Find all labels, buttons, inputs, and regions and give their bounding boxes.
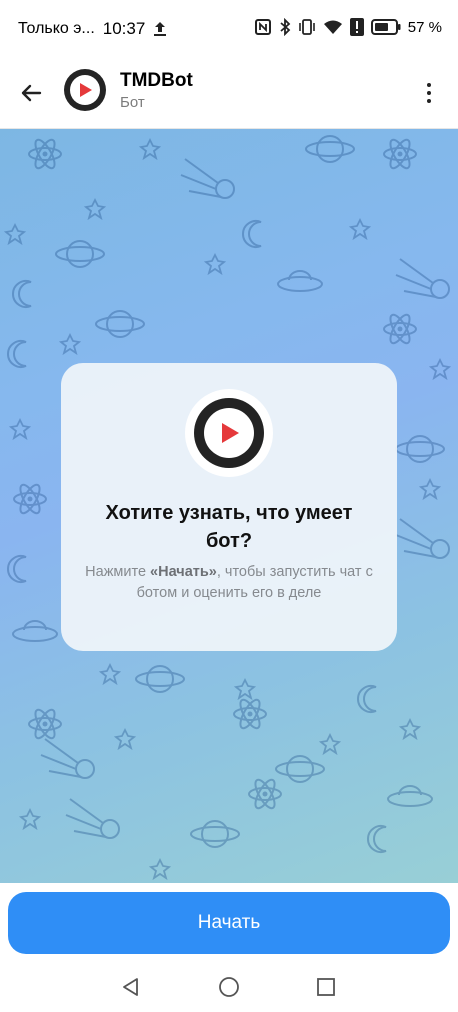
upload-icon (153, 21, 167, 37)
more-menu-button[interactable] (414, 76, 444, 110)
nav-back-icon (123, 978, 138, 996)
wifi-icon (323, 19, 343, 35)
intro-desc-bold: «Начать» (150, 564, 217, 580)
nav-recents-icon (317, 978, 335, 996)
chat-title[interactable]: TMDBot (120, 70, 193, 92)
bot-intro-card: Хотите узнать, что умеет бот? Нажмите «Н… (61, 363, 397, 651)
chat-header: TMDBot Бот (0, 60, 458, 129)
system-nav-bar (0, 961, 458, 1012)
nav-recents-button[interactable] (312, 973, 340, 1001)
alert-icon (349, 18, 364, 36)
battery-icon (370, 19, 401, 35)
intro-desc-prefix: Нажмите (85, 564, 151, 580)
bot-avatar[interactable] (64, 69, 106, 111)
bluetooth-icon (279, 18, 291, 36)
bottom-bar: Начать (0, 883, 458, 961)
nfc-icon (254, 18, 272, 36)
bot-logo (185, 389, 273, 477)
clock: 10:37 (102, 19, 146, 38)
more-vert-icon (427, 83, 431, 103)
start-button[interactable]: Начать (8, 892, 450, 954)
intro-description: Нажмите «Начать», чтобы запустить чат с … (85, 562, 373, 604)
chat-subtitle: Бот (120, 94, 145, 111)
nav-home-icon (219, 977, 239, 997)
back-arrow-icon (21, 84, 42, 102)
carrier-label: Только э... (18, 20, 95, 37)
play-logo-icon (222, 423, 239, 443)
intro-heading: Хотите узнать, что умеет бот? (105, 502, 353, 552)
vibrate-icon (298, 18, 316, 36)
back-button[interactable] (16, 78, 46, 108)
status-bar: Только э... 10:37 57 % (0, 0, 458, 60)
nav-home-button[interactable] (215, 973, 243, 1001)
battery-percent: 57 % (407, 18, 442, 36)
play-logo-icon (80, 83, 92, 97)
nav-back-button[interactable] (117, 973, 145, 1001)
